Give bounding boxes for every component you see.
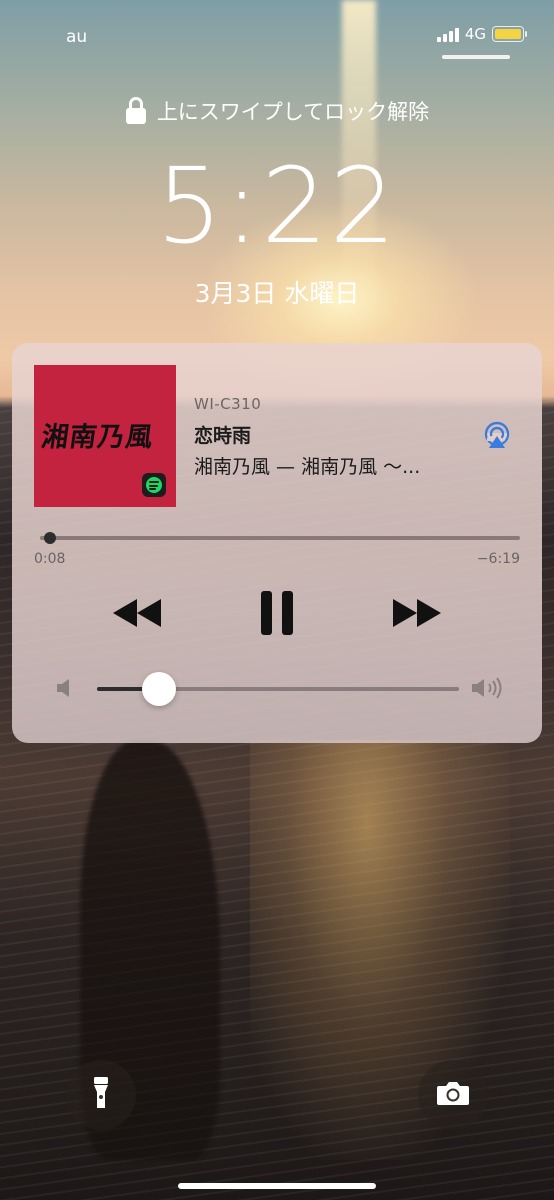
output-device: WI-C310 bbox=[194, 395, 262, 413]
signal-icon bbox=[436, 26, 459, 42]
lock-clock: 5:22 bbox=[156, 145, 398, 267]
camera-button[interactable] bbox=[418, 1060, 488, 1130]
track-artist-album: 湘南乃風 — 湘南乃風 〜... bbox=[194, 456, 421, 478]
control-center-indicator[interactable] bbox=[442, 55, 510, 59]
fast-forward-button[interactable] bbox=[390, 588, 444, 638]
flashlight-button[interactable] bbox=[66, 1060, 136, 1130]
unlock-hint-text: 上にスワイプしてロック解除 bbox=[156, 100, 430, 124]
artwork-text: 湘南乃風 bbox=[39, 422, 156, 453]
volume-low-icon bbox=[54, 677, 78, 699]
volume-knob[interactable] bbox=[142, 672, 176, 706]
elapsed-time: 0:08 bbox=[34, 551, 66, 567]
pause-button[interactable] bbox=[257, 588, 297, 638]
playback-scrubber[interactable] bbox=[44, 532, 56, 544]
spotify-icon bbox=[142, 473, 166, 497]
rewind-button[interactable] bbox=[110, 588, 164, 638]
camera-icon bbox=[436, 1080, 470, 1110]
playback-progress-bar[interactable] bbox=[40, 536, 520, 540]
network-type: 4G bbox=[464, 25, 486, 43]
now-playing-widget: 湘南乃風 WI-C310 恋時雨 湘南乃風 — 湘南乃風 〜... 0:08 −… bbox=[12, 343, 542, 743]
fast-forward-icon bbox=[393, 599, 441, 627]
album-artwork[interactable]: 湘南乃風 bbox=[34, 365, 176, 507]
airplay-icon[interactable] bbox=[482, 421, 512, 451]
unlock-hint: 上にスワイプしてロック解除 bbox=[0, 96, 554, 126]
lock-date: 3月3日 水曜日 bbox=[194, 279, 360, 308]
rewind-icon bbox=[113, 599, 161, 627]
carrier-label: au bbox=[66, 27, 88, 47]
home-indicator[interactable] bbox=[178, 1183, 376, 1189]
remaining-time: −6:19 bbox=[476, 551, 520, 567]
flashlight-icon bbox=[90, 1076, 112, 1114]
playback-controls bbox=[12, 588, 542, 638]
track-title: 恋時雨 bbox=[194, 425, 252, 447]
lock-icon bbox=[125, 97, 147, 125]
pause-icon bbox=[256, 591, 298, 635]
battery-icon bbox=[492, 26, 527, 42]
volume-high-icon bbox=[471, 677, 507, 699]
status-indicators: 4G bbox=[436, 25, 527, 43]
